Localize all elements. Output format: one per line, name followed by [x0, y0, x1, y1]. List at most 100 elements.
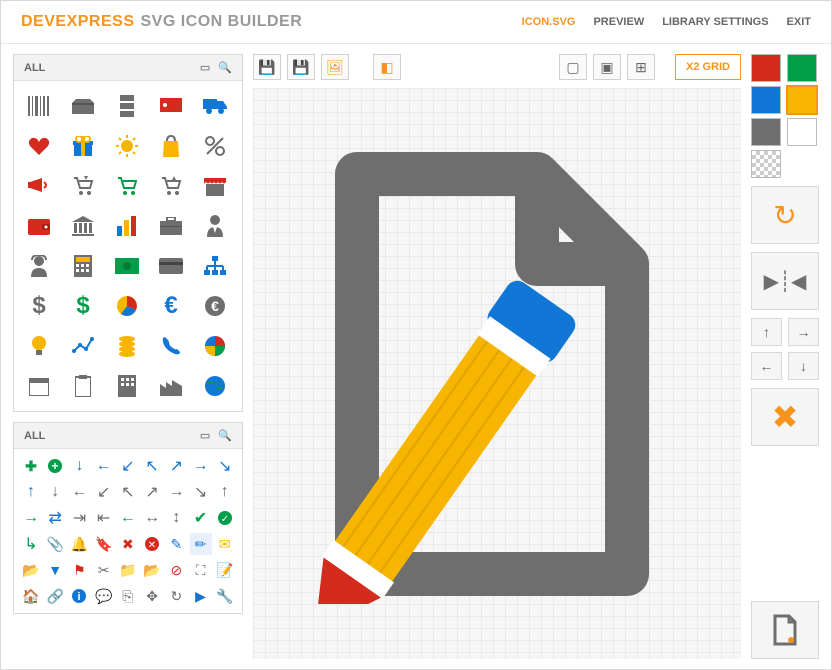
zoom-fit-button[interactable]: ⊞ — [627, 54, 655, 80]
close-circle-icon[interactable]: ✕ — [141, 533, 163, 555]
fullscreen-icon[interactable]: ⛶ — [190, 559, 212, 581]
add-circle-icon[interactable]: + — [44, 455, 66, 477]
collapse-h-icon[interactable]: ⇥ — [68, 507, 90, 529]
clipboard-icon[interactable] — [64, 369, 102, 403]
nav-exit[interactable]: EXIT — [787, 16, 811, 28]
info-icon[interactable]: i — [68, 585, 90, 607]
bar-chart-icon[interactable] — [108, 209, 146, 243]
expand-h-icon[interactable]: ↔ — [141, 507, 163, 529]
cart-down-icon[interactable] — [64, 169, 102, 203]
arrow-down-gray-icon[interactable]: ↓ — [44, 481, 66, 503]
calculator-icon[interactable] — [64, 249, 102, 283]
support-icon[interactable] — [20, 249, 58, 283]
panel-search-icon[interactable]: 🔍 — [218, 61, 232, 74]
home-icon[interactable]: 🏠 — [20, 585, 42, 607]
wrench-icon[interactable]: 🔧 — [214, 585, 236, 607]
canvas[interactable] — [253, 88, 741, 659]
arrow-upright-gray-icon[interactable]: ↗ — [141, 481, 163, 503]
folder-open-icon[interactable]: 📂 — [141, 559, 163, 581]
arrow-up-gray-icon[interactable]: ↑ — [214, 481, 236, 503]
nudge-right-button[interactable]: → — [788, 318, 819, 346]
mail-icon[interactable]: ✉ — [214, 533, 236, 555]
euro-circle-icon[interactable]: € — [196, 289, 234, 323]
plus-icon[interactable]: ✚ — [20, 455, 42, 477]
play-icon[interactable]: ▶ — [190, 585, 212, 607]
bookmark-icon[interactable]: 🔖 — [93, 533, 115, 555]
tag-icon[interactable] — [152, 89, 190, 123]
arrow-downleft-icon[interactable]: ↙ — [117, 455, 139, 477]
zoom-2-button[interactable]: ▣ — [593, 54, 621, 80]
link-icon[interactable]: 🔗 — [44, 585, 66, 607]
return-icon[interactable]: ↳ — [20, 533, 42, 555]
comment-icon[interactable]: 💬 — [93, 585, 115, 607]
cash-icon[interactable] — [108, 249, 146, 283]
shopping-bag-icon[interactable] — [152, 129, 190, 163]
globe-icon[interactable] — [196, 369, 234, 403]
nudge-up-button[interactable]: ↑ — [751, 318, 782, 346]
cart-green-icon[interactable] — [108, 169, 146, 203]
delete-button[interactable]: ✖ — [751, 388, 819, 446]
panel-collapse-icon[interactable]: ▭ — [200, 429, 210, 442]
nav-library-settings[interactable]: LIBRARY SETTINGS — [662, 16, 768, 28]
edit-doc-icon[interactable]: 📝 — [214, 559, 236, 581]
nav-iconsvg[interactable]: ICON.SVG — [522, 16, 576, 28]
arrow-up-icon[interactable]: ↑ — [20, 481, 42, 503]
close-icon[interactable]: ✖ — [117, 533, 139, 555]
copy-icon[interactable]: ⎘ — [117, 585, 139, 607]
building-icon[interactable] — [108, 369, 146, 403]
lightbulb-icon[interactable] — [20, 329, 58, 363]
swatch-blue[interactable] — [751, 86, 781, 114]
filter-icon[interactable]: ▼ — [44, 559, 66, 581]
arrow-left-green-icon[interactable]: ← — [117, 507, 139, 529]
flag-icon[interactable]: ⚑ — [68, 559, 90, 581]
businessman-icon[interactable] — [196, 209, 234, 243]
box-icon[interactable] — [64, 89, 102, 123]
rotate-icon[interactable]: ↻ — [165, 585, 187, 607]
arrow-upleft-icon[interactable]: ↖ — [141, 455, 163, 477]
swatch-red[interactable] — [751, 54, 781, 82]
arrow-right-gray-icon[interactable]: → — [165, 481, 187, 503]
mail-open-icon[interactable]: 📂 — [20, 559, 42, 581]
folder-icon[interactable]: 📁 — [117, 559, 139, 581]
euro-icon[interactable]: € — [152, 289, 190, 323]
expand-v-icon[interactable]: ↕ — [165, 507, 187, 529]
prohibit-icon[interactable]: ⊘ — [165, 559, 187, 581]
nudge-down-button[interactable]: ↓ — [788, 352, 819, 380]
pencil-icon[interactable]: ✎ — [165, 533, 187, 555]
check-icon[interactable]: ✔ — [190, 507, 212, 529]
panel-search-icon[interactable]: 🔍 — [218, 429, 232, 442]
arrow-downright-gray-icon[interactable]: ↘ — [190, 481, 212, 503]
eraser-button[interactable]: ◧ — [373, 54, 401, 80]
panel-collapse-icon[interactable]: ▭ — [200, 61, 210, 74]
grid-toggle-button[interactable]: X2 GRID — [675, 54, 741, 80]
paperclip-icon[interactable]: 📎 — [44, 533, 66, 555]
pie-chart-icon[interactable] — [108, 289, 146, 323]
factory-icon[interactable] — [152, 369, 190, 403]
storefront-icon[interactable] — [196, 169, 234, 203]
sun-icon[interactable] — [108, 129, 146, 163]
image-button[interactable]: 🖼 — [321, 54, 349, 80]
truck-icon[interactable] — [196, 89, 234, 123]
percent-icon[interactable] — [196, 129, 234, 163]
phone-icon[interactable] — [152, 329, 190, 363]
cart-up-icon[interactable] — [152, 169, 190, 203]
swatch-transparent[interactable] — [751, 150, 781, 178]
zoom-1-button[interactable]: ▢ — [559, 54, 587, 80]
exchange-icon[interactable]: ⇄ — [44, 507, 66, 529]
heart-icon[interactable] — [20, 129, 58, 163]
arrow-right-green-icon[interactable]: → — [20, 507, 42, 529]
barcode-icon[interactable] — [20, 89, 58, 123]
gift-icon[interactable] — [64, 129, 102, 163]
arrow-down-icon[interactable]: ↓ — [68, 455, 90, 477]
arrow-upleft-gray-icon[interactable]: ↖ — [117, 481, 139, 503]
swatch-gray[interactable] — [751, 118, 781, 146]
arrow-downright-icon[interactable]: ↘ — [214, 455, 236, 477]
org-chart-icon[interactable] — [196, 249, 234, 283]
calendar-icon[interactable] — [20, 369, 58, 403]
nav-preview[interactable]: PREVIEW — [593, 16, 644, 28]
wallet-icon[interactable] — [20, 209, 58, 243]
check-circle-icon[interactable]: ✓ — [214, 507, 236, 529]
save-button[interactable]: 💾 — [253, 54, 281, 80]
selected-pencil-icon[interactable]: ✏ — [190, 533, 212, 555]
arrow-left-icon[interactable]: ← — [93, 455, 115, 477]
